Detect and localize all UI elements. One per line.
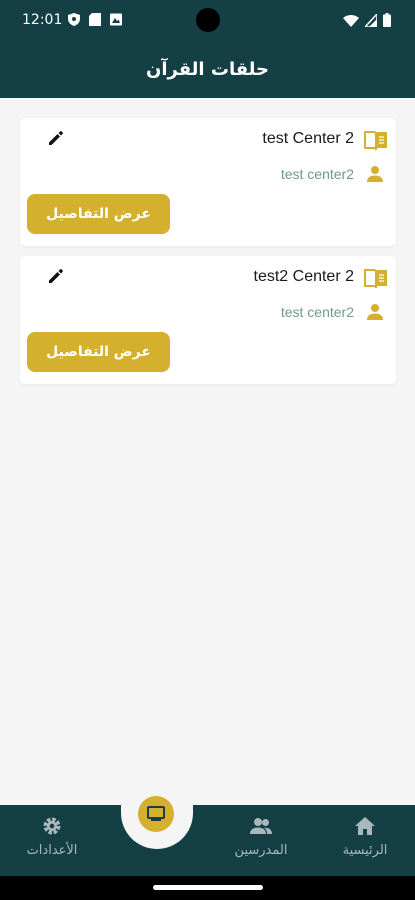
center-card: test2 Center 2 test center2 عرض التفاصيل [20, 256, 396, 384]
photo-icon [110, 13, 122, 26]
people-icon [250, 818, 272, 834]
home-gesture-bar[interactable] [153, 885, 263, 890]
nav-teachers-label: المدرسين [234, 843, 288, 858]
edit-icon[interactable] [48, 130, 64, 146]
bottom-nav: الرئيسية المدرسين الأعدادات [0, 796, 415, 876]
sim-card-icon [89, 13, 101, 26]
home-icon [355, 817, 375, 835]
content-area: test Center 2 test center2 عرض التفاصيل … [0, 98, 415, 805]
battery-icon [383, 13, 391, 27]
nav-settings-label: الأعدادات [26, 843, 78, 858]
nav-home-label: الرئيسية [342, 843, 388, 858]
system-gesture-area [0, 876, 415, 900]
page-title: حلقات القرآن [145, 58, 269, 80]
card-title: test2 Center 2 [253, 268, 355, 285]
nav-teachers[interactable]: المدرسين [216, 815, 306, 865]
view-details-button[interactable]: عرض التفاصيل [27, 332, 170, 372]
classroom-icon [147, 806, 165, 821]
signal-icon [365, 13, 377, 27]
status-icons-right [343, 13, 391, 27]
wifi-icon [343, 14, 359, 27]
shield-icon [68, 13, 80, 26]
card-subtitle: test center2 [280, 304, 354, 320]
person-icon [367, 166, 383, 182]
book-icon [364, 269, 387, 289]
card-title: test Center 2 [262, 130, 354, 147]
center-card: test Center 2 test center2 عرض التفاصيل [20, 118, 396, 246]
status-icons-left [68, 13, 122, 26]
card-subtitle: test center2 [280, 166, 354, 182]
nav-settings[interactable]: الأعدادات [7, 815, 97, 865]
gear-icon [43, 817, 61, 835]
quran-circles-fab[interactable] [138, 796, 174, 832]
nav-home[interactable]: الرئيسية [320, 815, 410, 865]
status-time: 12:01 [22, 12, 63, 28]
edit-icon[interactable] [48, 268, 64, 284]
person-icon [367, 304, 383, 320]
view-details-button[interactable]: عرض التفاصيل [27, 194, 170, 234]
app-bar: حلقات القرآن [0, 40, 415, 98]
status-bar: 12:01 [0, 0, 415, 40]
front-camera [196, 8, 220, 32]
book-icon [364, 131, 387, 151]
